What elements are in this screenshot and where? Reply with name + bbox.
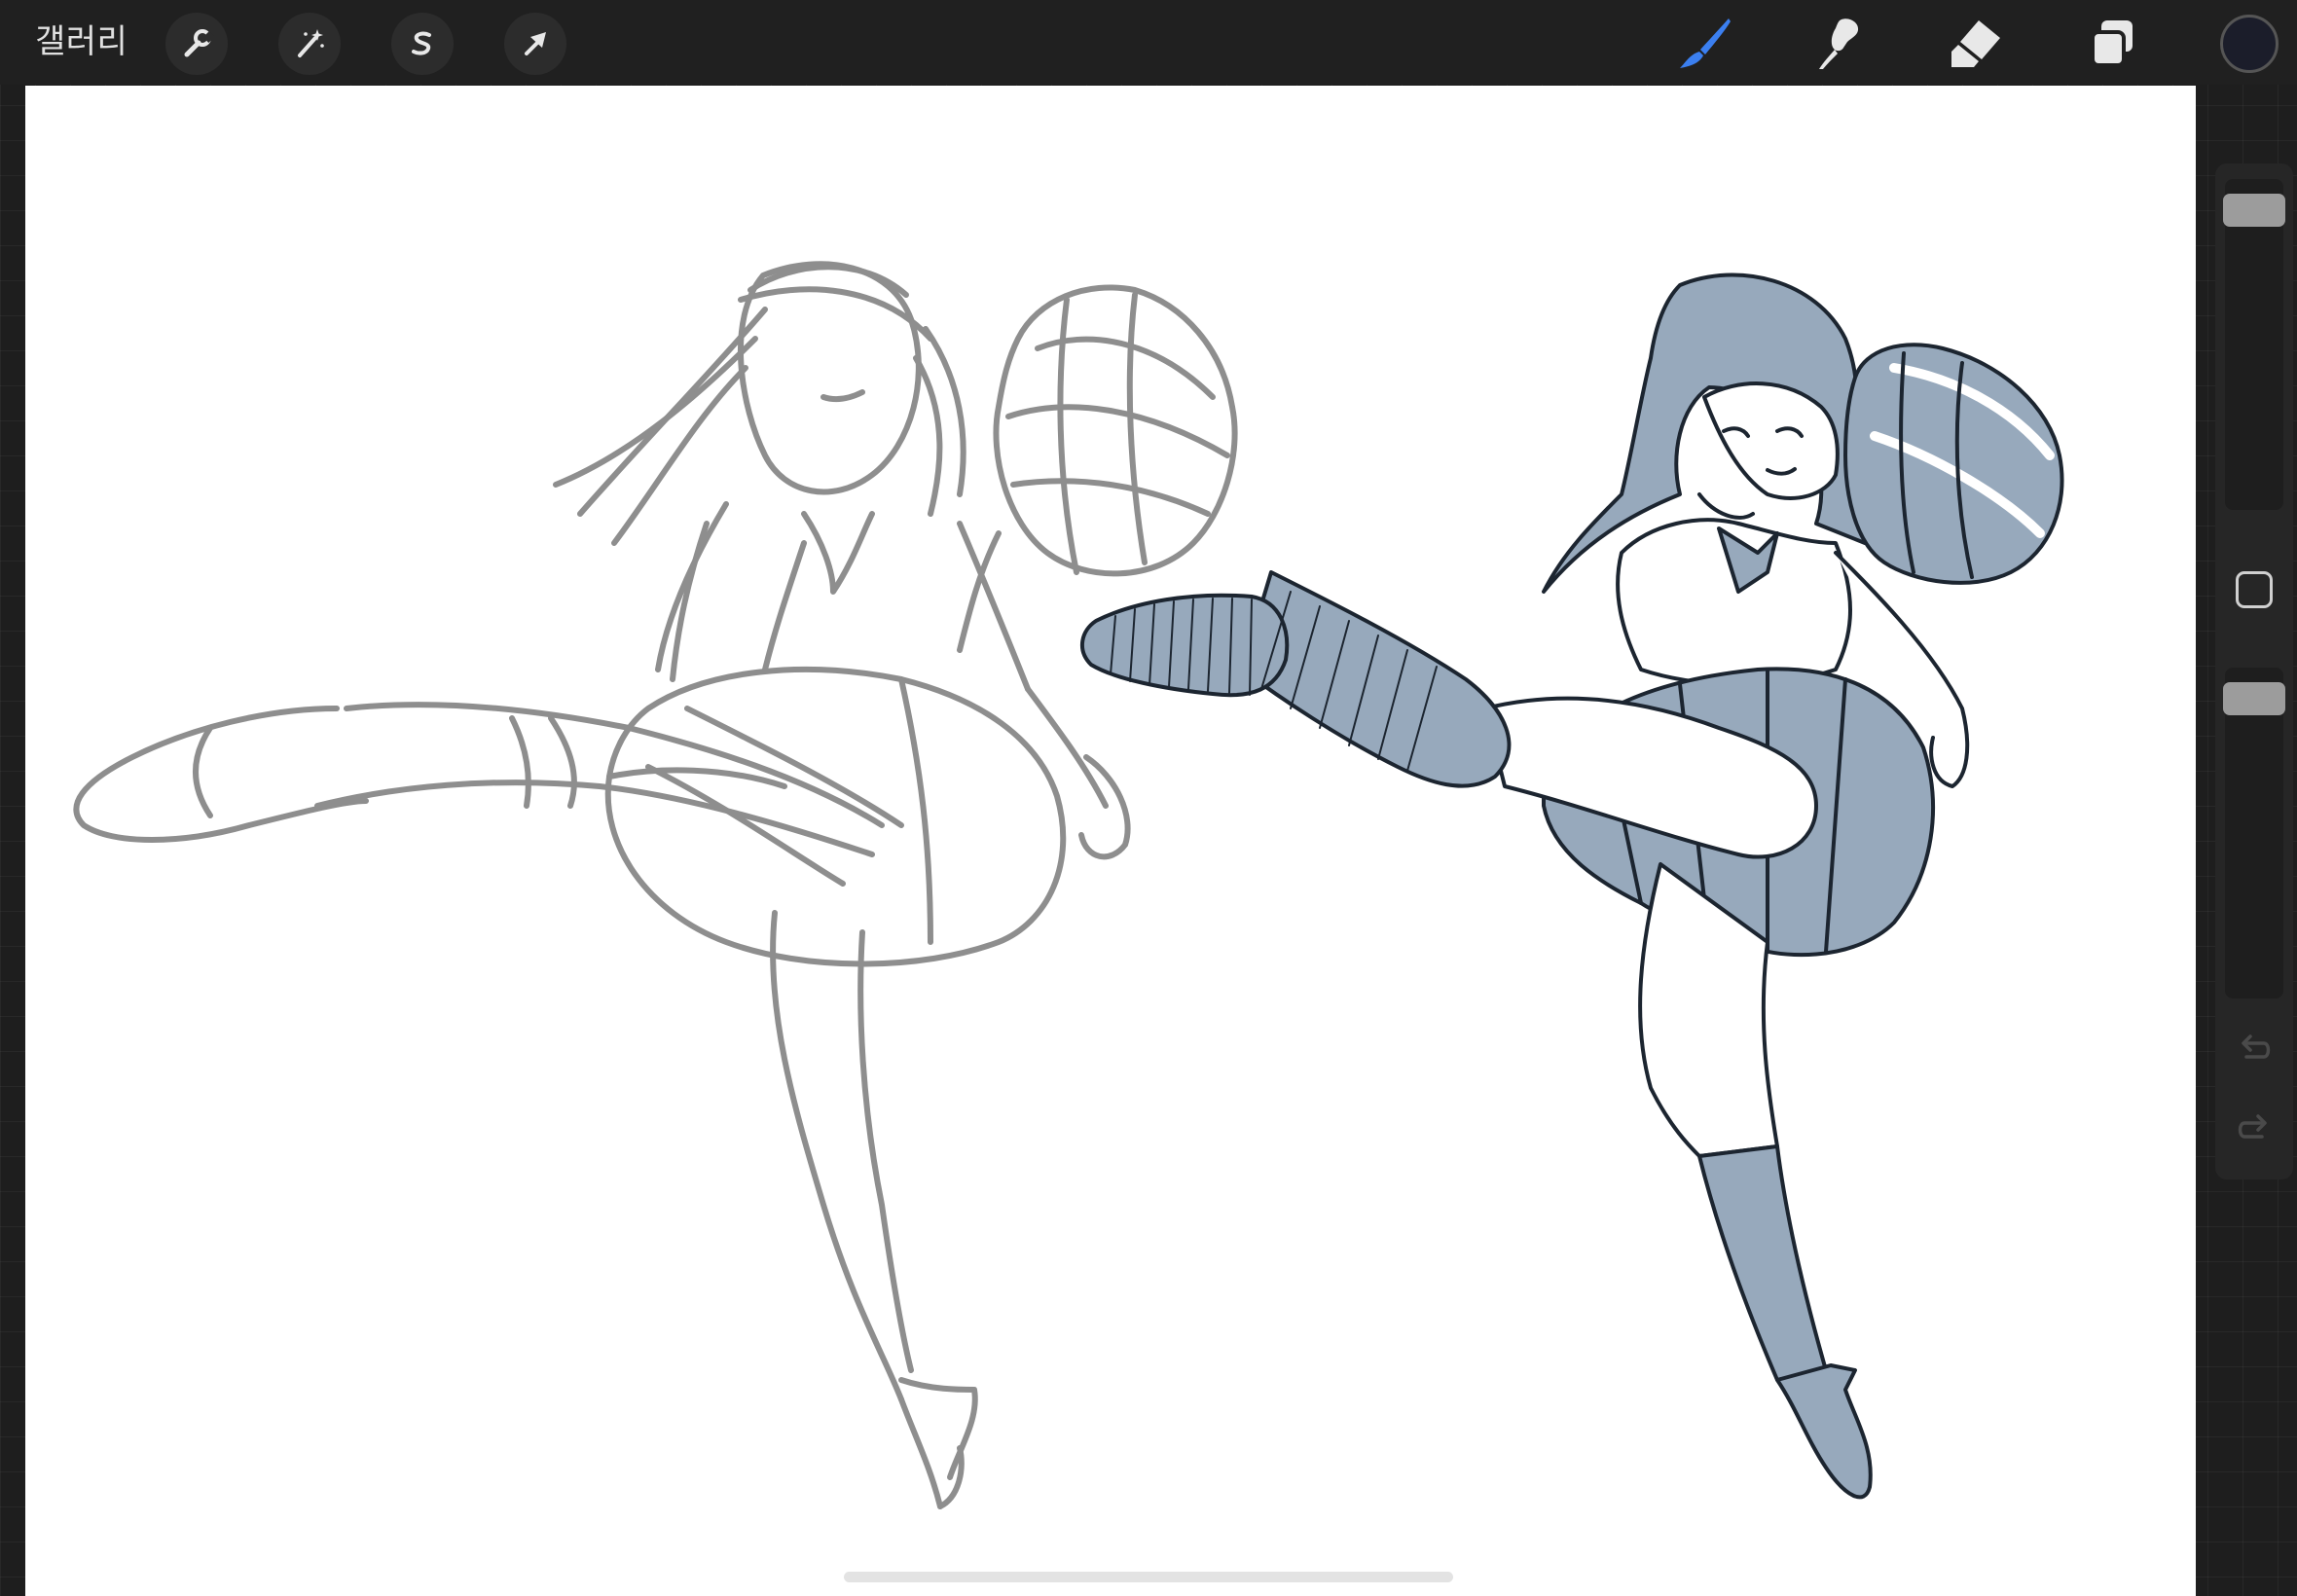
brush-size-slider[interactable] (2223, 179, 2285, 510)
home-indicator[interactable] (844, 1572, 1453, 1582)
smudge-tool-button[interactable] (1807, 12, 1872, 76)
actions-button[interactable] (165, 13, 228, 75)
gallery-button[interactable]: 갤러리 (35, 18, 128, 66)
redo-icon (2238, 1114, 2267, 1139)
drawing-canvas[interactable] (25, 86, 2196, 1596)
brush-size-thumb[interactable] (2223, 194, 2285, 227)
rough-sketch (73, 261, 1238, 1509)
layers-button[interactable] (2080, 12, 2144, 76)
undo-button[interactable] (2233, 1030, 2276, 1069)
layers-icon (2091, 20, 2133, 67)
arrow-cursor-icon (525, 32, 546, 55)
redo-button[interactable] (2233, 1109, 2276, 1148)
top-toolbar: 갤러리 (0, 0, 2297, 85)
color-picker-button[interactable] (2220, 15, 2279, 73)
transform-button[interactable] (504, 13, 566, 75)
eraser-tool-button[interactable] (1944, 12, 2008, 76)
opacity-slider[interactable] (2223, 668, 2285, 998)
opacity-thumb[interactable] (2223, 682, 2285, 715)
undo-icon (2242, 1034, 2271, 1059)
adjustments-button[interactable] (278, 13, 341, 75)
side-bar (2215, 163, 2293, 1179)
brush-tool-button[interactable] (1672, 12, 1736, 76)
wrench-icon (184, 29, 214, 57)
selection-button[interactable] (391, 13, 454, 75)
smudge-icon (1819, 18, 1859, 69)
magic-wand-icon (298, 29, 324, 57)
brush-icon (1680, 18, 1731, 68)
selection-s-icon (412, 31, 431, 55)
modify-button[interactable] (2236, 571, 2273, 608)
inked-character (1080, 272, 2064, 1500)
eraser-icon (1951, 20, 2000, 67)
canvas-artwork (73, 261, 2064, 1509)
